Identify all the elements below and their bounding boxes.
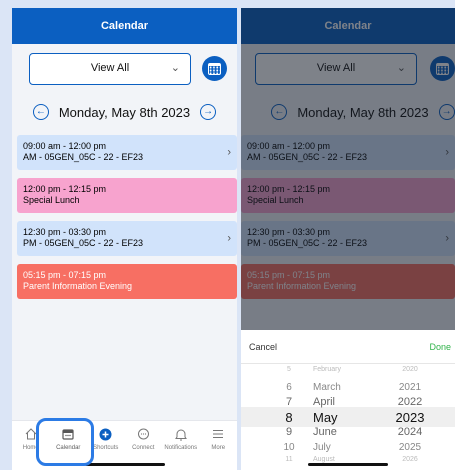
picker-month: June — [313, 426, 337, 438]
date-wheel-picker[interactable]: 5 February 2020 6 March 2021 7 April 2022 8 May 202… — [241, 364, 455, 470]
chevron-right-icon: › — [227, 232, 231, 244]
picker-year: 2022 — [397, 396, 423, 408]
picker-day: 5 — [287, 365, 291, 373]
tab-label: More — [211, 445, 226, 451]
view-filter-select[interactable]: View All ⌄ — [29, 53, 191, 85]
date-picker-button[interactable] — [202, 56, 227, 81]
picker-month: May — [313, 409, 338, 425]
chat-icon — [136, 427, 150, 441]
done-button[interactable]: Done — [429, 342, 451, 352]
picker-month: February — [313, 365, 342, 373]
home-indicator — [84, 463, 165, 466]
tab-label: Connect — [132, 445, 155, 451]
picker-year: 2020 — [402, 365, 418, 373]
picker-year: 2026 — [402, 455, 418, 463]
event-card[interactable]: 05:15 pm - 07:15 pmParent Information Ev… — [17, 264, 237, 299]
tab-label: Notifications — [164, 445, 198, 451]
picker-day: 6 — [286, 381, 292, 393]
picker-month: April — [313, 396, 336, 408]
plus-circle-icon — [99, 427, 113, 441]
picker-row[interactable]: 5 February 2020 — [241, 361, 455, 377]
event-time: 05:15 pm - 07:15 pm — [23, 270, 107, 280]
next-day-button[interactable]: → — [200, 104, 217, 120]
event-title: Parent Information Evening — [23, 281, 133, 291]
page-title: Calendar — [100, 20, 149, 32]
chevron-down-icon: ⌄ — [170, 62, 180, 74]
picker-month: March — [313, 381, 341, 393]
modal-backdrop[interactable] — [241, 8, 455, 330]
view-filter-value: View All — [90, 62, 130, 74]
picker-year: 2021 — [398, 381, 422, 393]
calendar-screen: Calendar View All ⌄ ← Monday, May 8th 20… — [12, 8, 237, 470]
event-time: 12:00 pm - 12:15 pm — [23, 184, 107, 194]
tab-label: Shortcuts — [93, 445, 119, 451]
event-title: AM - 05GEN_05C - 22 - EF23 — [23, 152, 144, 162]
app-header: Calendar — [12, 8, 237, 44]
event-card[interactable]: 12:30 pm - 03:30 pmPM - 05GEN_05C - 22 -… — [17, 221, 237, 256]
picker-row[interactable]: 9 June 2024 — [241, 424, 455, 440]
picker-day: 11 — [285, 455, 293, 463]
event-time: 12:30 pm - 03:30 pm — [23, 227, 107, 237]
picker-row[interactable]: 8 May 2023 — [241, 409, 455, 425]
picker-day: 7 — [285, 396, 293, 408]
bell-icon — [174, 427, 188, 441]
date-picker-sheet: Cancel Done 5 February 2020 6 March 2021 7 Apri… — [241, 330, 455, 470]
previous-day-button[interactable]: ← — [32, 104, 49, 120]
home-indicator — [308, 463, 388, 466]
calendar-screen-with-picker: Calendar View All ⌄ ← Monday, May 8th 20… — [241, 8, 455, 470]
menu-icon — [211, 427, 225, 441]
event-title: PM - 05GEN_05C - 22 - EF23 — [23, 238, 144, 248]
event-title: Special Lunch — [23, 195, 80, 205]
tab-more[interactable]: More — [200, 421, 238, 470]
event-card[interactable]: 12:00 pm - 12:15 pmSpecial Lunch — [17, 178, 237, 213]
calendar-tab-highlight — [36, 418, 94, 466]
picker-month: August — [313, 455, 335, 463]
event-card[interactable]: 09:00 am - 12:00 pmAM - 05GEN_05C - 22 -… — [17, 135, 237, 170]
tab-notifications[interactable]: Notifications — [162, 421, 200, 470]
picker-toolbar: Cancel Done — [241, 330, 455, 364]
picker-year: 2024 — [397, 426, 423, 438]
picker-row[interactable]: 7 April 2022 — [241, 394, 455, 410]
picker-day: 8 — [285, 409, 293, 425]
chevron-right-icon: › — [227, 146, 231, 158]
picker-year: 2023 — [395, 409, 425, 425]
date-navigator: ← Monday, May 8th 2023 → — [12, 100, 237, 124]
calendar-icon — [208, 62, 221, 75]
current-date: Monday, May 8th 2023 — [58, 104, 191, 120]
filter-row: View All ⌄ — [29, 53, 227, 89]
event-time: 09:00 am - 12:00 pm — [23, 141, 107, 151]
cancel-button[interactable]: Cancel — [249, 342, 277, 352]
picker-day: 9 — [285, 426, 293, 438]
picker-row[interactable]: 6 March 2021 — [241, 379, 455, 395]
